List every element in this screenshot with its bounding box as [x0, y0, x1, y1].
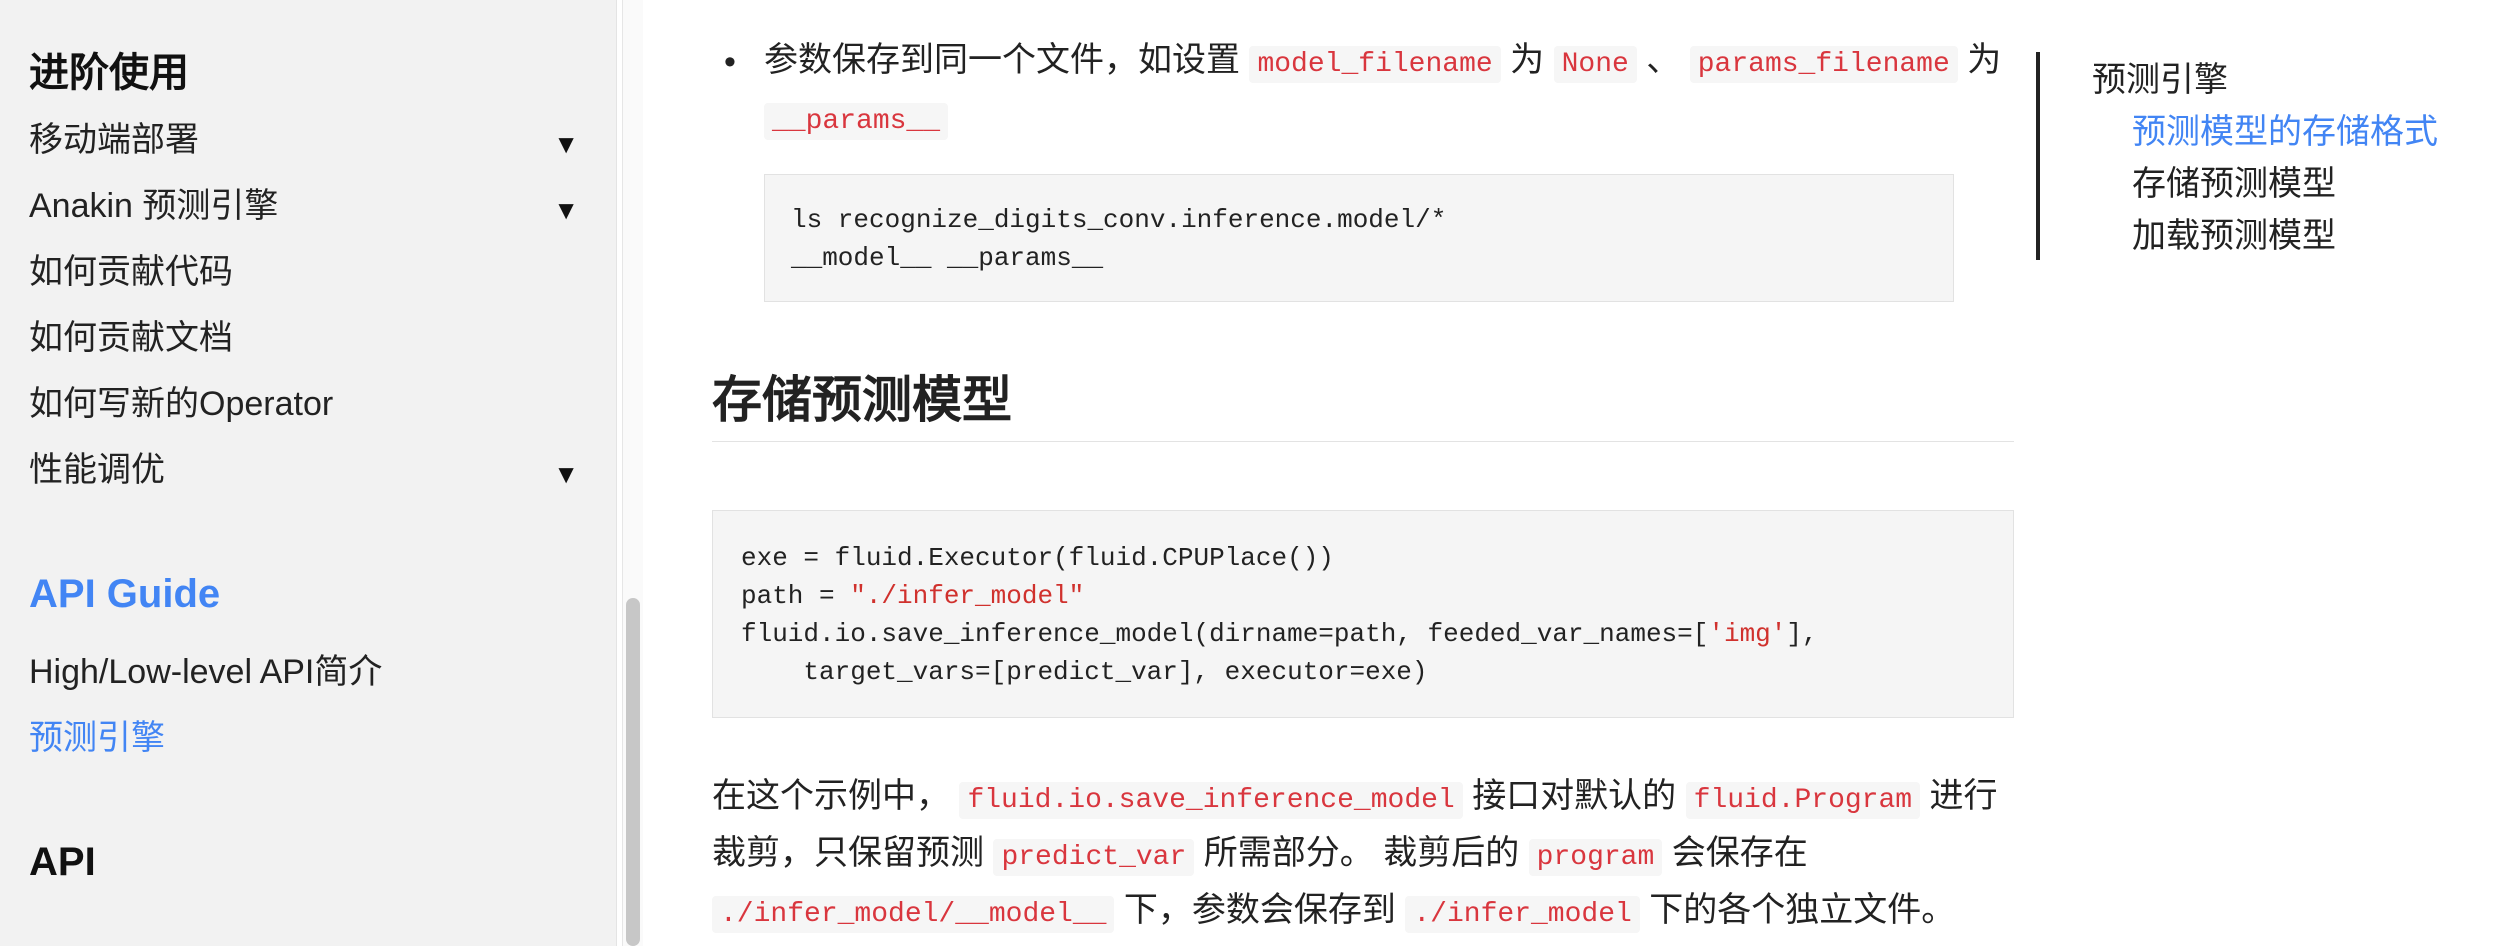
code-line: exe = fluid.Executor(fluid.CPUPlace()) [741, 543, 1334, 573]
code-line: ls recognize_digits_conv.inference.model… [791, 205, 1447, 235]
bullet-item-params: 参数保存到同一个文件，如设置 model_filename 为 None 、 p… [764, 34, 2004, 148]
inline-code: params_filename [1689, 46, 1958, 83]
paragraph-text: 会保存在 [1671, 834, 1808, 872]
sidebar-section-api[interactable]: API [29, 840, 96, 885]
section-heading: 存储预测模型 [712, 372, 1012, 428]
inline-code: program [1528, 839, 1663, 876]
code-string: "./infer_model" [850, 581, 1085, 611]
sidebar-item-label: 移动端部署 [29, 121, 199, 159]
bullet-text: 、 [1646, 41, 1681, 79]
toc-indicator-bar [2036, 52, 2040, 260]
bullet-text: 为 [1510, 41, 1545, 79]
inline-code: None [1553, 46, 1637, 83]
body-paragraph: 在这个示例中， fluid.io.save_inference_model 接口… [712, 770, 2008, 941]
main-content: • 参数保存到同一个文件，如设置 model_filename 为 None 、… [712, 0, 2014, 946]
sidebar-item-anakin[interactable]: Anakin 预测引擎 ▼ [29, 184, 589, 228]
chevron-down-icon[interactable]: ▼ [553, 452, 579, 496]
code-line: __model__ __params__ [791, 243, 1104, 273]
code-line: ], [1786, 619, 1818, 649]
sidebar-item-api-intro[interactable]: High/Low-level API简介 [29, 650, 589, 694]
paragraph-text: 裁剪，只保留预测 [712, 834, 984, 872]
chevron-down-icon[interactable]: ▼ [553, 188, 579, 232]
sidebar-scrollbar[interactable] [622, 0, 643, 946]
code-line: path = [741, 581, 851, 611]
bullet-text: 参数保存到同一个文件，如设置 [764, 41, 1240, 79]
inline-code: fluid.Program [1685, 782, 1921, 819]
code-line: target_vars=[predict_var], executor=exe) [741, 657, 1428, 687]
sidebar-item-contribute-docs[interactable]: 如何贡献文档 [29, 316, 589, 360]
inline-code: __params__ [764, 103, 949, 140]
paragraph-text: 所需部分。 裁剪后的 [1203, 834, 1520, 872]
code-block: ls recognize_digits_conv.inference.model… [764, 174, 1954, 302]
paragraph-text: 接口对默认的 [1472, 777, 1677, 815]
toc-item-save-model[interactable]: 存储预测模型 [2132, 156, 2336, 205]
sidebar-item-label: Anakin 预测引擎 [29, 187, 279, 225]
sidebar-item-label: 如何贡献文档 [29, 319, 233, 357]
code-block: exe = fluid.Executor(fluid.CPUPlace()) p… [712, 510, 2014, 718]
table-of-contents: 预测引擎 预测模型的存储格式 存储预测模型 加载预测模型 [2036, 52, 2496, 262]
scrollbar-thumb[interactable] [626, 598, 640, 946]
sidebar-section-api-guide[interactable]: API Guide [29, 572, 220, 617]
sidebar-item-label: 如何贡献代码 [29, 253, 233, 291]
inline-code: ./infer_model/__model__ [712, 896, 1115, 933]
sidebar-item-label: 性能调优 [29, 451, 165, 489]
sidebar-item-label: 如何写新的Operator [29, 385, 334, 423]
chevron-down-icon[interactable]: ▼ [553, 122, 579, 166]
inline-code: ./infer_model [1405, 896, 1640, 933]
inline-code: fluid.io.save_inference_model [959, 782, 1463, 819]
sidebar-item-contribute-code[interactable]: 如何贡献代码 [29, 250, 589, 294]
paragraph-text: 下的各个独立文件。 [1649, 891, 1956, 929]
inline-code: model_filename [1249, 46, 1501, 83]
sidebar-item-label: High/Low-level API简介 [29, 653, 383, 691]
sidebar-item-performance[interactable]: 性能调优 ▼ [29, 448, 589, 492]
code-line: fluid.io.save_inference_model(dirname=pa… [741, 619, 1709, 649]
sidebar-item-label: 预测引擎 [29, 719, 165, 757]
bullet-text: 为 [1967, 41, 2002, 79]
paragraph-text: 下，参数会保存到 [1123, 891, 1396, 929]
toc-item-load-model[interactable]: 加载预测模型 [2132, 208, 2336, 257]
sidebar-section-advanced: 进阶使用 [29, 51, 189, 95]
sidebar-item-new-operator[interactable]: 如何写新的Operator [29, 382, 589, 426]
sidebar: 进阶使用 移动端部署 ▼ Anakin 预测引擎 ▼ 如何贡献代码 如何贡献文档… [0, 0, 617, 946]
bullet-dot: • [724, 43, 736, 81]
sidebar-item-inference-engine[interactable]: 预测引擎 [29, 716, 589, 760]
toc-item-model-format[interactable]: 预测模型的存储格式 [2132, 104, 2438, 153]
toc-item-inference-engine[interactable]: 预测引擎 [2092, 52, 2228, 101]
paragraph-text: 进行 [1929, 777, 1998, 815]
heading-divider [712, 441, 2014, 442]
sidebar-item-mobile-deploy[interactable]: 移动端部署 ▼ [29, 118, 589, 162]
code-string: 'img' [1708, 619, 1787, 649]
paragraph-text: 在这个示例中， [712, 777, 950, 815]
inline-code: predict_var [993, 839, 1195, 876]
